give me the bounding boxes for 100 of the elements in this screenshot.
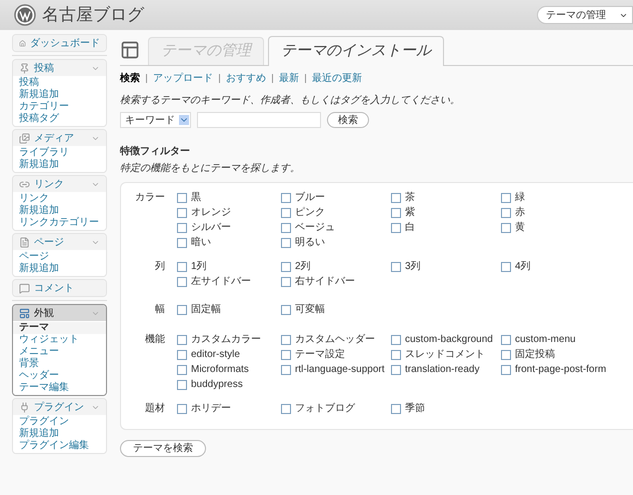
- checkbox[interactable]: [281, 304, 291, 314]
- filter-option[interactable]: 右サイドバー: [281, 275, 387, 288]
- search-button[interactable]: 検索: [327, 112, 369, 128]
- checkbox[interactable]: [281, 364, 291, 374]
- search-type-select[interactable]: キーワード: [120, 112, 191, 128]
- menu-header[interactable]: プラグイン: [13, 399, 106, 415]
- favorites-dropdown[interactable]: テーマの管理: [537, 6, 633, 24]
- submenu-item[interactable]: メニュー: [13, 346, 106, 358]
- checkbox[interactable]: [391, 364, 401, 374]
- filter-option[interactable]: 2列: [281, 260, 387, 273]
- checkbox[interactable]: [281, 192, 291, 202]
- menu-header[interactable]: 外観: [13, 305, 106, 321]
- checkbox[interactable]: [501, 208, 511, 218]
- submenu-item[interactable]: テーマ: [13, 322, 106, 334]
- filter-option[interactable]: 左サイドバー: [177, 275, 277, 288]
- filter-option[interactable]: 白: [391, 221, 497, 234]
- filter-option[interactable]: 茶: [391, 191, 497, 204]
- checkbox[interactable]: [177, 208, 187, 218]
- search-input[interactable]: [197, 112, 321, 128]
- filter-option[interactable]: カスタムカラー: [177, 333, 277, 346]
- menu-header[interactable]: メディア: [13, 130, 106, 146]
- filter-option[interactable]: 季節: [391, 402, 497, 415]
- submenu-item[interactable]: カテゴリー: [13, 101, 106, 113]
- filter-option[interactable]: 固定投稿: [501, 348, 633, 361]
- submenu-item[interactable]: ウィジェット: [13, 334, 106, 346]
- sub-link[interactable]: 検索: [120, 72, 140, 85]
- checkbox[interactable]: [177, 350, 187, 360]
- submenu-item[interactable]: 新規追加: [13, 159, 106, 171]
- submenu-item[interactable]: ヘッダー: [13, 370, 106, 382]
- checkbox[interactable]: [501, 262, 511, 272]
- search-themes-button[interactable]: テーマを検索: [120, 440, 206, 457]
- checkbox[interactable]: [177, 238, 187, 248]
- filter-option[interactable]: 緑: [501, 191, 633, 204]
- filter-option[interactable]: editor-style: [177, 348, 277, 361]
- checkbox[interactable]: [501, 364, 511, 374]
- checkbox[interactable]: [281, 334, 291, 344]
- filter-option[interactable]: オレンジ: [177, 206, 277, 219]
- submenu-item[interactable]: リンクカテゴリー: [13, 217, 106, 229]
- checkbox[interactable]: [177, 304, 187, 314]
- checkbox[interactable]: [391, 334, 401, 344]
- filter-option[interactable]: 明るい: [281, 236, 387, 249]
- filter-option[interactable]: 黒: [177, 191, 277, 204]
- filter-option[interactable]: ホリデー: [177, 402, 277, 415]
- submenu-item[interactable]: テーマ編集: [13, 382, 106, 394]
- sub-link[interactable]: おすすめ: [226, 72, 266, 85]
- checkbox[interactable]: [391, 208, 401, 218]
- submenu-item[interactable]: プラグイン編集: [13, 440, 106, 452]
- submenu-item[interactable]: 投稿タグ: [13, 113, 106, 125]
- filter-option[interactable]: フォトブログ: [281, 402, 387, 415]
- checkbox[interactable]: [281, 262, 291, 272]
- submenu-item[interactable]: 新規追加: [13, 263, 106, 275]
- checkbox[interactable]: [281, 404, 291, 414]
- filter-option[interactable]: 4列: [501, 260, 633, 273]
- sub-link[interactable]: アップロード: [153, 72, 213, 85]
- checkbox[interactable]: [501, 350, 511, 360]
- filter-option[interactable]: スレッドコメント: [391, 348, 497, 361]
- checkbox[interactable]: [177, 262, 187, 272]
- submenu-item[interactable]: プラグイン: [13, 416, 106, 428]
- checkbox[interactable]: [177, 192, 187, 202]
- submenu-item[interactable]: ページ: [13, 251, 106, 263]
- filter-option[interactable]: ブルー: [281, 191, 387, 204]
- checkbox[interactable]: [391, 222, 401, 232]
- checkbox[interactable]: [501, 334, 511, 344]
- filter-option[interactable]: ベージュ: [281, 221, 387, 234]
- filter-option[interactable]: テーマ設定: [281, 348, 387, 361]
- filter-option[interactable]: 黄: [501, 221, 633, 234]
- checkbox[interactable]: [177, 222, 187, 232]
- filter-option[interactable]: Microformats: [177, 363, 277, 376]
- filter-option[interactable]: buddypress: [177, 378, 277, 391]
- filter-option[interactable]: 1列: [177, 260, 277, 273]
- sub-link[interactable]: 最近の更新: [312, 72, 362, 85]
- checkbox[interactable]: [391, 404, 401, 414]
- checkbox[interactable]: [281, 350, 291, 360]
- checkbox[interactable]: [501, 222, 511, 232]
- filter-option[interactable]: カスタムヘッダー: [281, 333, 387, 346]
- checkbox[interactable]: [501, 192, 511, 202]
- checkbox[interactable]: [281, 222, 291, 232]
- checkbox[interactable]: [281, 208, 291, 218]
- checkbox[interactable]: [177, 276, 187, 286]
- submenu-item[interactable]: 投稿: [13, 77, 106, 89]
- submenu-item[interactable]: リンク: [13, 193, 106, 205]
- menu-header[interactable]: リンク: [13, 176, 106, 192]
- checkbox[interactable]: [391, 262, 401, 272]
- sub-link[interactable]: 最新: [279, 72, 299, 85]
- checkbox[interactable]: [391, 350, 401, 360]
- submenu-item[interactable]: 新規追加: [13, 89, 106, 101]
- menu-header[interactable]: ページ: [13, 234, 106, 250]
- submenu-item[interactable]: 新規追加: [13, 205, 106, 217]
- filter-option[interactable]: ピンク: [281, 206, 387, 219]
- menu-header[interactable]: ダッシュボード: [13, 35, 106, 51]
- checkbox[interactable]: [177, 364, 187, 374]
- checkbox[interactable]: [177, 404, 187, 414]
- filter-option[interactable]: translation-ready: [391, 363, 497, 376]
- menu-header[interactable]: コメント: [13, 280, 106, 296]
- checkbox[interactable]: [281, 276, 291, 286]
- filter-option[interactable]: シルバー: [177, 221, 277, 234]
- submenu-item[interactable]: ライブラリ: [13, 147, 106, 159]
- submenu-item[interactable]: 新規追加: [13, 428, 106, 440]
- filter-option[interactable]: 紫: [391, 206, 497, 219]
- filter-option[interactable]: 固定幅: [177, 303, 277, 316]
